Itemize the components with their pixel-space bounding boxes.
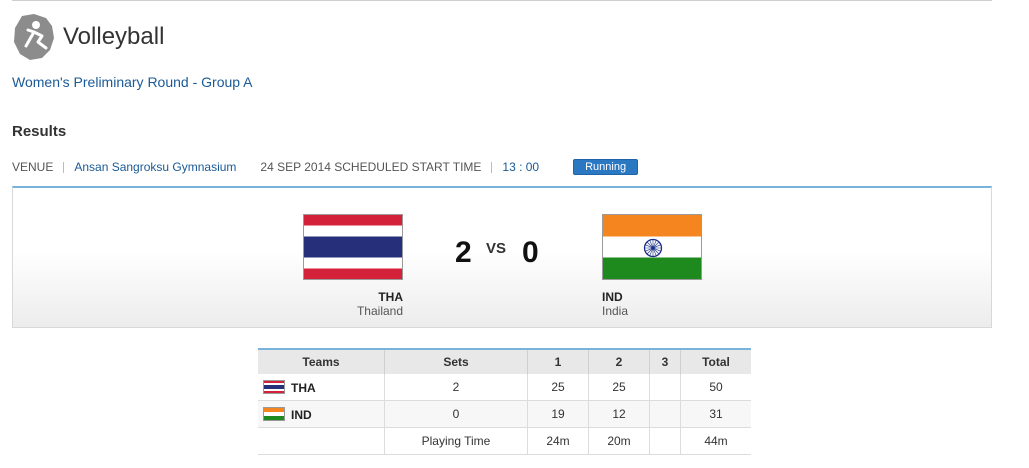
col-header-teams: Teams [258,348,385,374]
team-cell: IND [258,400,385,428]
separator [63,161,65,173]
team-code[interactable]: THA [291,380,316,394]
col-header-set3: 3 [649,348,681,374]
col-header-sets: Sets [384,348,528,374]
col-header-set2: 2 [588,348,650,374]
india-flag-icon [602,214,702,280]
home-team-name: Thailand [356,304,403,318]
set2-cell: 25 [588,374,650,401]
set1-cell: 25 [527,374,589,401]
separator [491,161,493,173]
home-team-code[interactable]: THA [303,290,403,304]
schedule-date-label: 24 SEP 2014 SCHEDULED START TIME [260,160,482,174]
empty-cell [258,427,385,455]
venue-link[interactable]: Ansan Sangroksu Gymnasium [74,160,236,174]
total-time: 44m [680,427,751,455]
set-results-table: Teams Sets 1 2 3 Total THA 2 25 25 50 IN… [258,348,751,455]
start-time: 13 : 00 [502,160,540,174]
home-score: 2 [455,236,472,269]
set2-time: 20m [588,427,650,455]
match-scoreboard: 2 VS 0 THA Thailand IND India [12,186,992,328]
round-link[interactable]: Women's Preliminary Round - Group A [12,74,253,90]
away-team-name: India [602,304,629,318]
table-row: IND 0 19 12 31 [258,400,751,428]
set3-time [649,427,681,455]
away-team-code[interactable]: IND [602,290,623,304]
playing-time-row: Playing Time 24m 20m 44m [258,427,751,455]
thailand-flag-icon [303,214,403,280]
set1-cell: 19 [527,400,589,428]
col-header-total: Total [680,348,751,374]
volleyball-pictogram-icon [14,14,54,60]
vs-label: VS [486,240,507,257]
playing-time-label: Playing Time [384,427,528,455]
away-score: 0 [522,236,539,269]
ashoka-chakra-icon [643,238,663,258]
sets-cell: 2 [384,374,528,401]
thailand-flag-icon [263,380,285,395]
top-divider [12,0,992,1]
set3-cell [649,400,681,428]
table-header-row: Teams Sets 1 2 3 Total [258,348,751,374]
col-header-set1: 1 [527,348,589,374]
set1-time: 24m [527,427,589,455]
total-cell: 50 [680,374,751,401]
set2-cell: 12 [588,400,650,428]
sport-title: Volleyball [63,23,165,50]
sets-cell: 0 [384,400,528,428]
status-badge: Running [573,159,639,175]
team-code[interactable]: IND [291,407,312,421]
table-row: THA 2 25 25 50 [258,374,751,401]
venue-info-row: VENUE Ansan Sangroksu Gymnasium 24 SEP 2… [12,159,639,175]
set3-cell [649,374,681,401]
venue-label: VENUE [12,160,54,174]
sport-header: Volleyball [12,12,164,62]
india-flag-icon [263,407,285,422]
results-heading: Results [12,123,67,140]
team-cell: THA [258,374,385,401]
total-cell: 31 [680,400,751,428]
